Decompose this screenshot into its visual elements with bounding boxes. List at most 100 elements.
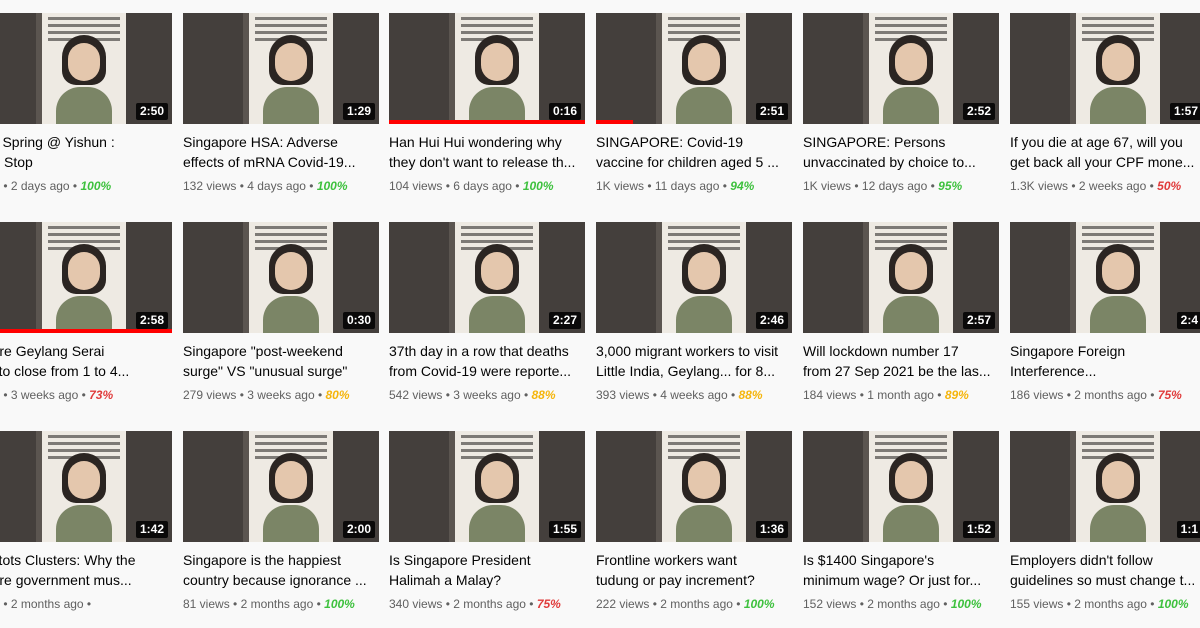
upload-age: 3 weeks ago • [10,388,90,402]
view-count: 279 views • [183,388,248,402]
video-thumbnail[interactable]: 1:36 [596,431,792,542]
video-card[interactable]: 1:1 Employers didn't follow guidelines so… [1010,431,1200,612]
video-thumbnail[interactable]: 0:30 [183,222,379,333]
video-meta: 340 views • 2 months ago • 75% [389,596,585,612]
video-card[interactable]: 1:42 rkletots Clusters: Why the apore gov… [0,431,172,612]
video-thumbnail[interactable]: 2:27 [389,222,585,333]
video-card[interactable]: 2:4 Singapore Foreign Interference... 186 … [1010,222,1200,403]
video-title[interactable]: Is Singapore President Halimah a Malay? [389,550,585,590]
like-ratio: 88% [531,388,556,402]
video-duration: 1:55 [548,521,581,538]
watch-progress-bar [596,120,634,124]
upload-age: 2 weeks ago • [1078,179,1158,193]
presenter-image [56,244,112,333]
video-card[interactable]: 1:55 Is Singapore President Halimah a Mal… [389,431,585,612]
video-card[interactable]: 2:27 37th day in a row that deaths from C… [389,222,585,403]
video-card[interactable]: 1:57 If you die at age 67, will you get b… [1010,13,1200,194]
video-thumbnail[interactable]: 1:52 [803,431,999,542]
upload-age: 2 days ago • [10,179,81,193]
video-thumbnail[interactable]: 1:29 [183,13,379,124]
video-card[interactable]: 1:52 Is $1400 Singapore's minimum wage? O… [803,431,999,612]
view-count: 155 views • [1010,597,1075,611]
video-meta: 1K views • 11 days ago • 94% [596,178,792,194]
video-duration: 1:29 [342,103,375,120]
view-count: 1.3K views • [1010,179,1079,193]
video-thumbnail[interactable]: 0:16 [389,13,585,124]
video-title[interactable]: Singapore Foreign Interference... [1010,341,1200,381]
video-title[interactable]: 3,000 migrant workers to visit Little In… [596,341,792,381]
video-duration: 0:16 [548,103,581,120]
presenter-image [1090,244,1146,333]
video-thumbnail[interactable]: 2:00 [183,431,379,542]
video-title[interactable]: Singapore HSA: Adverse effects of mRNA C… [183,132,379,172]
video-thumbnail[interactable]: 2:50 [0,13,172,124]
video-duration: 1:1 [1176,521,1200,538]
video-card[interactable]: 2:00 Singapore is the happiest country be… [183,431,379,612]
like-ratio: 100% [1157,597,1189,611]
like-ratio: 75% [536,597,561,611]
like-ratio: 80% [325,388,350,402]
video-card[interactable]: 0:30 Singapore "post-weekend surge" VS "u… [183,222,379,403]
like-ratio: 88% [738,388,763,402]
video-title[interactable]: 37th day in a row that deaths from Covid… [389,341,585,381]
like-ratio: 100% [522,179,554,193]
video-title[interactable]: Frontline workers want tudung or pay inc… [596,550,792,590]
video-title[interactable]: Is $1400 Singapore's minimum wage? Or ju… [803,550,999,590]
presenter-image [263,244,319,333]
like-ratio: 50% [1157,179,1182,193]
video-title[interactable]: Han Hui Hui wondering why they don't wan… [389,132,585,172]
video-card[interactable]: 2:58 apore Geylang Serai ket to close fro… [0,222,172,403]
view-count: 1K views • [596,179,655,193]
video-thumbnail[interactable]: 2:52 [803,13,999,124]
video-duration: 2:00 [342,521,375,538]
presenter-image [469,35,525,124]
like-ratio: 100% [324,597,355,611]
video-thumbnail[interactable]: 2:57 [803,222,999,333]
upload-age: 2 months ago • [10,597,92,611]
video-thumbnail[interactable]: 1:57 [1010,13,1200,124]
video-meta: 279 views • 3 weeks ago • 80% [183,387,379,403]
presenter-image [1090,453,1146,542]
upload-age: 4 weeks ago • [660,388,739,402]
presenter-image [883,453,939,542]
presenter-image [1090,35,1146,124]
video-thumbnail[interactable]: 2:4 [1010,222,1200,333]
video-duration: 1:36 [755,521,788,538]
upload-age: 2 months ago • [453,597,537,611]
video-title[interactable]: SINGAPORE: Covid-19 vaccine for children… [596,132,792,172]
presenter-image [56,453,112,542]
video-duration: 2:58 [135,312,168,329]
video-thumbnail[interactable]: 1:55 [389,431,585,542]
view-count: 132 views • [183,179,248,193]
video-thumbnail[interactable]: 1:1 [1010,431,1200,542]
video-title[interactable]: SINGAPORE: Persons unvaccinated by choic… [803,132,999,172]
video-duration: 2:27 [548,312,581,329]
video-card[interactable]: 2:51 SINGAPORE: Covid-19 vaccine for chil… [596,13,792,194]
video-meta: 81 views • 2 months ago • 100% [183,596,379,612]
video-card[interactable]: 1:29 Singapore HSA: Adverse effects of mR… [183,13,379,194]
video-title[interactable]: If you die at age 67, will you get back … [1010,132,1200,172]
video-title[interactable]: apore Geylang Serai ket to close from 1 … [0,341,172,381]
video-duration: 2:4 [1176,312,1200,329]
video-meta: iews • 3 weeks ago • 73% [0,387,172,403]
video-title[interactable]: Singapore is the happiest country becaus… [183,550,379,590]
presenter-image [676,453,732,542]
video-thumbnail[interactable]: 1:42 [0,431,172,542]
view-count: 393 views • [596,388,661,402]
video-card[interactable]: 1:36 Frontline workers want tudung or pay… [596,431,792,612]
video-card[interactable]: 0:16 Han Hui Hui wondering why they don't… [389,13,585,194]
video-duration: 1:52 [962,521,995,538]
video-thumbnail[interactable]: 2:58 [0,222,172,333]
video-card[interactable]: 2:50 ody Spring @ Yishun : Bus Stop iews •… [0,13,172,194]
video-card[interactable]: 2:52 SINGAPORE: Persons unvaccinated by c… [803,13,999,194]
video-title[interactable]: Employers didn't follow guidelines so mu… [1010,550,1200,590]
video-card[interactable]: 2:57 Will lockdown number 17 from 27 Sep … [803,222,999,403]
video-title[interactable]: rkletots Clusters: Why the apore governm… [0,550,172,590]
video-duration: 2:50 [135,103,168,120]
video-thumbnail[interactable]: 2:51 [596,13,792,124]
video-card[interactable]: 2:46 3,000 migrant workers to visit Littl… [596,222,792,403]
video-title[interactable]: ody Spring @ Yishun : Bus Stop [0,132,172,172]
video-title[interactable]: Will lockdown number 17 from 27 Sep 2021… [803,341,999,381]
video-title[interactable]: Singapore "post-weekend surge" VS "unusu… [183,341,379,381]
video-thumbnail[interactable]: 2:46 [596,222,792,333]
